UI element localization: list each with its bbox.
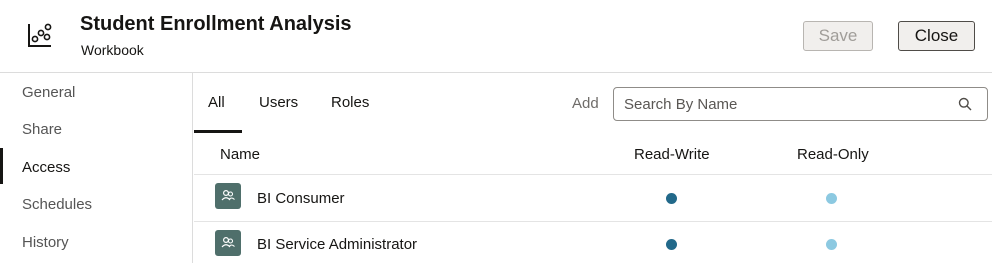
row-name: BI Service Administrator <box>257 236 418 253</box>
sidebar-item-share[interactable]: Share <box>22 121 62 138</box>
search-box <box>613 87 988 121</box>
tab-roles[interactable]: Roles <box>331 94 369 111</box>
read-only-indicator[interactable] <box>826 193 837 204</box>
row-name: BI Consumer <box>257 190 345 207</box>
scatter-chart-icon <box>28 23 52 47</box>
search-input[interactable] <box>624 94 944 114</box>
table-row[interactable]: BI Service Administrator <box>194 222 992 263</box>
role-icon <box>215 183 241 209</box>
read-write-indicator[interactable] <box>666 193 677 204</box>
tab-users[interactable]: Users <box>259 94 298 111</box>
read-write-indicator[interactable] <box>666 239 677 250</box>
read-only-indicator[interactable] <box>826 239 837 250</box>
search-icon[interactable] <box>958 97 972 111</box>
add-label: Add <box>572 95 599 112</box>
sidebar-item-history[interactable]: History <box>22 234 69 251</box>
page-subtitle: Workbook <box>81 42 144 58</box>
column-header-name: Name <box>220 146 261 163</box>
sidebar-item-access[interactable]: Access <box>22 159 70 176</box>
sidebar: General Share Access Schedules History <box>0 73 193 263</box>
role-icon <box>215 230 241 256</box>
close-button[interactable]: Close <box>898 21 975 51</box>
table-row[interactable]: BI Consumer <box>194 175 992 221</box>
sidebar-item-general[interactable]: General <box>22 84 75 101</box>
sidebar-item-schedules[interactable]: Schedules <box>22 196 92 213</box>
save-button[interactable]: Save <box>803 21 873 51</box>
tab-all[interactable]: All <box>208 94 225 111</box>
sidebar-active-indicator <box>0 148 3 184</box>
column-header-read-only: Read-Only <box>797 146 869 163</box>
page-title: Student Enrollment Analysis <box>80 13 352 35</box>
dialog-header: Student Enrollment Analysis Workbook Sav… <box>0 0 992 73</box>
active-tab-indicator <box>194 130 242 133</box>
column-header-read-write: Read-Write <box>634 146 710 163</box>
